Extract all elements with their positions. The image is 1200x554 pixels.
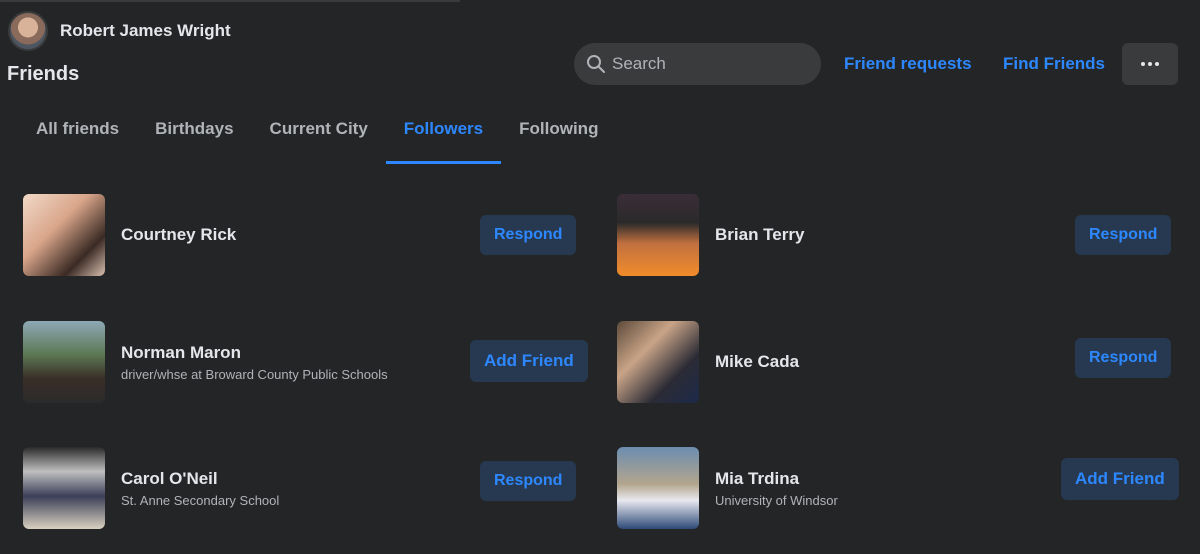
profile-photo[interactable]	[617, 321, 699, 403]
profile-header[interactable]: Robert James Wright	[8, 11, 231, 51]
person-name[interactable]: Mia Trdina	[715, 469, 838, 489]
profile-photo[interactable]	[23, 447, 105, 529]
profile-photo[interactable]	[23, 321, 105, 403]
find-friends-link[interactable]: Find Friends	[1003, 54, 1105, 74]
add-friend-button[interactable]: Add Friend	[470, 340, 588, 382]
person-card: Norman Maron driver/whse at Broward Coun…	[8, 309, 588, 419]
person-name[interactable]: Courtney Rick	[121, 225, 236, 245]
person-subtitle: driver/whse at Broward County Public Sch…	[121, 366, 388, 382]
search-box[interactable]	[574, 43, 821, 85]
person-card: Mia Trdina University of Windsor Add Fri…	[602, 435, 1182, 545]
person-card: Brian Terry Respond	[602, 182, 1182, 292]
person-card: Carol O'Neil St. Anne Secondary School R…	[8, 435, 588, 545]
tab-following[interactable]: Following	[501, 100, 616, 164]
friends-tabs: All friends Birthdays Current City Follo…	[18, 100, 616, 164]
respond-button[interactable]: Respond	[1075, 338, 1172, 378]
person-card: Mike Cada Respond	[602, 309, 1182, 419]
profile-photo[interactable]	[617, 194, 699, 276]
more-dot-icon	[1155, 62, 1159, 66]
add-friend-button[interactable]: Add Friend	[1061, 458, 1179, 500]
tab-followers[interactable]: Followers	[385, 100, 502, 164]
person-name[interactable]: Norman Maron	[121, 343, 388, 363]
person-name[interactable]: Mike Cada	[715, 352, 799, 372]
person-name[interactable]: Brian Terry	[715, 225, 804, 245]
more-dot-icon	[1148, 62, 1152, 66]
respond-button[interactable]: Respond	[480, 215, 577, 255]
profile-photo[interactable]	[23, 194, 105, 276]
tab-current-city[interactable]: Current City	[252, 100, 386, 164]
avatar[interactable]	[8, 11, 48, 51]
friend-requests-link[interactable]: Friend requests	[844, 54, 972, 74]
tab-all-friends[interactable]: All friends	[18, 100, 137, 164]
more-options-button[interactable]	[1122, 43, 1178, 85]
search-icon	[587, 55, 605, 73]
person-subtitle: St. Anne Secondary School	[121, 492, 280, 508]
page-title: Friends	[7, 63, 80, 85]
respond-button[interactable]: Respond	[1075, 215, 1172, 255]
tab-birthdays[interactable]: Birthdays	[137, 100, 251, 164]
search-input[interactable]	[612, 54, 802, 74]
person-card: Courtney Rick Respond	[8, 182, 588, 292]
person-subtitle: University of Windsor	[715, 492, 838, 508]
person-name[interactable]: Carol O'Neil	[121, 469, 279, 489]
more-dot-icon	[1141, 62, 1145, 66]
profile-photo[interactable]	[617, 447, 699, 529]
profile-name[interactable]: Robert James Wright	[60, 21, 231, 41]
respond-button[interactable]: Respond	[480, 461, 577, 501]
top-divider	[0, 0, 460, 2]
